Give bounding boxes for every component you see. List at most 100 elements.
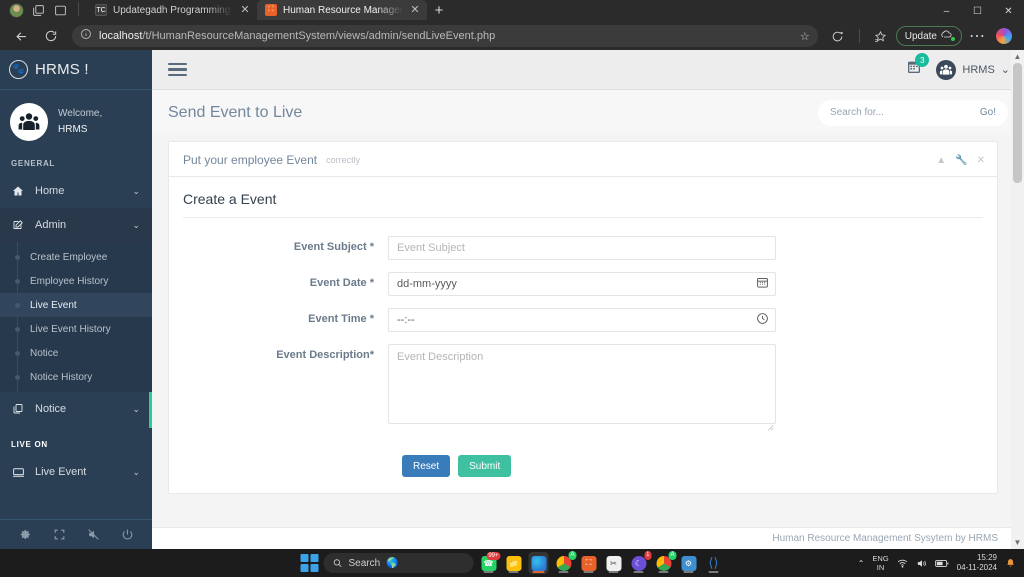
calendar-notification[interactable]: 3 (906, 53, 930, 80)
new-tab-button[interactable]: + (427, 0, 451, 20)
user-menu[interactable]: HRMS ⌄ (936, 59, 1010, 80)
star-icon[interactable]: ☆ (800, 30, 810, 43)
volume-icon[interactable] (916, 558, 927, 569)
fullscreen-icon[interactable] (53, 528, 66, 541)
notification-badge: 3 (915, 53, 930, 67)
browser-tab-1[interactable]: TC Updategadh Programming - Upd ✕ (87, 0, 257, 20)
tab-close-icon[interactable]: ✕ (239, 4, 251, 16)
sidebar-item-label: Home (35, 185, 65, 197)
sidebar-subitem-employee-history[interactable]: Employee History (0, 269, 152, 293)
gear-icon[interactable] (19, 528, 32, 541)
taskbar-app-edge[interactable] (528, 552, 549, 574)
group-users-icon (10, 103, 48, 141)
taskbar-app-moon[interactable]: ☾ 1 (629, 551, 652, 574)
sidebar-subitem-create-employee[interactable]: Create Employee (0, 245, 152, 269)
field-row-event-description: Event Description* (183, 344, 983, 431)
collections-icon[interactable] (50, 1, 70, 19)
copilot-mode-icon[interactable] (826, 25, 850, 47)
lang-line-1: ENG (872, 554, 889, 563)
main-content: 3 HRMS ⌄ Send Event to Live Search for..… (152, 50, 1024, 549)
event-time-input[interactable] (388, 308, 776, 332)
taskbar-app-chrome[interactable]: A (554, 551, 577, 574)
sidebar-item-admin[interactable]: Admin ⌄ (0, 208, 152, 242)
copilot-icon[interactable] (992, 25, 1016, 47)
taskbar-search[interactable]: Search 🌎 (323, 553, 474, 573)
windows-start-icon[interactable] (300, 554, 319, 572)
bell-icon[interactable] (1005, 558, 1016, 569)
profile-avatar[interactable] (6, 1, 26, 19)
update-status-dot (950, 36, 956, 42)
chevron-up-icon[interactable]: ▲ (936, 155, 946, 166)
minimize-button[interactable]: – (931, 0, 962, 22)
refresh-icon[interactable] (38, 24, 64, 48)
submit-button[interactable]: Submit (458, 455, 512, 477)
sidebar-brand[interactable]: 🐾 HRMS ! (0, 50, 152, 90)
sidebar-subitem-notice[interactable]: Notice (0, 341, 152, 365)
sidebar-subitem-live-event[interactable]: Live Event (0, 293, 152, 317)
scroll-up-arrow[interactable]: ▲ (1014, 50, 1022, 63)
maximize-button[interactable]: ☐ (962, 0, 993, 22)
back-arrow-icon[interactable] (8, 24, 34, 48)
sidebar-item-home[interactable]: Home ⌄ (0, 174, 152, 208)
scrollbar-thumb[interactable] (1013, 63, 1022, 183)
system-tray: ⌃ ENG IN 15:29 04-11-2024 (858, 553, 1024, 573)
taskbar-app-settings[interactable]: ⚙ (679, 552, 699, 574)
sidebar-item-notice[interactable]: Notice ⌄ (0, 392, 152, 426)
power-icon[interactable] (121, 528, 134, 541)
user-menu-label: HRMS (962, 63, 995, 76)
search-box[interactable]: Search for... Go! (818, 99, 1008, 126)
wrench-icon[interactable]: 🔧 (955, 155, 967, 166)
home-icon (11, 185, 25, 197)
window-controls: – ☐ ✕ (931, 0, 1024, 22)
info-circle-icon[interactable] (80, 27, 92, 45)
taskbar-app-chrome-alt[interactable]: A (654, 551, 677, 574)
resize-grip-icon[interactable] (766, 418, 774, 431)
page-scrollbar[interactable]: ▲ ▼ (1011, 50, 1024, 549)
taskbar-app-snipping-tool[interactable]: ✂ (604, 552, 624, 574)
vs-code-icon: ⟨⟩ (708, 555, 719, 570)
browser-window: TC Updategadh Programming - Upd ✕ ⛶ Huma… (0, 0, 1024, 549)
battery-icon[interactable] (934, 558, 949, 569)
search-go-button[interactable]: Go! (980, 107, 996, 118)
close-icon[interactable]: ✕ (977, 155, 985, 166)
ellipsis-icon[interactable]: ⋯ (965, 25, 989, 47)
split-screen-icon[interactable] (28, 1, 48, 19)
close-button[interactable]: ✕ (993, 0, 1024, 22)
sidebar-subitem-notice-history[interactable]: Notice History (0, 365, 152, 389)
sidebar-subitem-live-event-history[interactable]: Live Event History (0, 317, 152, 341)
sidebar-item-live-event[interactable]: Live Event ⌄ (0, 455, 152, 489)
event-description-textarea[interactable] (388, 344, 776, 424)
event-subject-input[interactable] (388, 236, 776, 260)
taskbar-center: Search 🌎 ☎ 99+ 📁 A ⛶ ✂ ☾ 1 A ⚙ ⟨⟩ (300, 551, 724, 574)
language-indicator[interactable]: ENG IN (872, 554, 888, 572)
hamburger-icon[interactable] (168, 62, 187, 77)
update-button[interactable]: Update (895, 26, 962, 46)
address-bar[interactable]: localhost/t/HumanResourceManagementSyste… (72, 25, 818, 47)
tray-expand-icon[interactable]: ⌃ (858, 559, 865, 568)
scroll-down-arrow[interactable]: ▼ (1014, 536, 1022, 549)
taskbar-widget-icon[interactable]: 🌎 (386, 558, 398, 569)
event-date-input[interactable] (388, 272, 776, 296)
monitor-icon (11, 466, 25, 479)
url-path: /t/HumanResourceManagementSystem/views/a… (142, 30, 496, 42)
tab-close-icon[interactable]: ✕ (409, 4, 421, 16)
browser-tab-2[interactable]: ⛶ Human Resource Management Sy ✕ (257, 0, 427, 20)
search-input[interactable]: Search for... (830, 107, 980, 118)
taskbar-app-hrms[interactable]: ⛶ (579, 552, 599, 574)
wifi-icon[interactable] (897, 558, 908, 569)
taskbar-search-placeholder: Search (348, 557, 381, 569)
snipping-tool-icon: ✂ (606, 555, 621, 571)
event-subject-control (388, 236, 776, 260)
footer-text: Human Resource Management Sysytem by HRM… (772, 533, 998, 544)
titlebar-divider (78, 2, 79, 16)
sidebar-item-label: Admin (35, 219, 67, 231)
volume-mute-icon[interactable] (87, 528, 100, 541)
taskbar-app-whatsapp[interactable]: ☎ 99+ (479, 552, 501, 574)
taskbar-app-vscode[interactable]: ⟨⟩ (704, 552, 724, 574)
taskbar-app-file-explorer[interactable]: 📁 (504, 552, 524, 574)
favorites-icon[interactable] (869, 25, 893, 47)
event-date-control (388, 272, 776, 296)
reset-button[interactable]: Reset (402, 455, 451, 477)
whatsapp-badge: 99+ (486, 552, 501, 560)
clock[interactable]: 15:29 04-11-2024 (957, 553, 997, 573)
